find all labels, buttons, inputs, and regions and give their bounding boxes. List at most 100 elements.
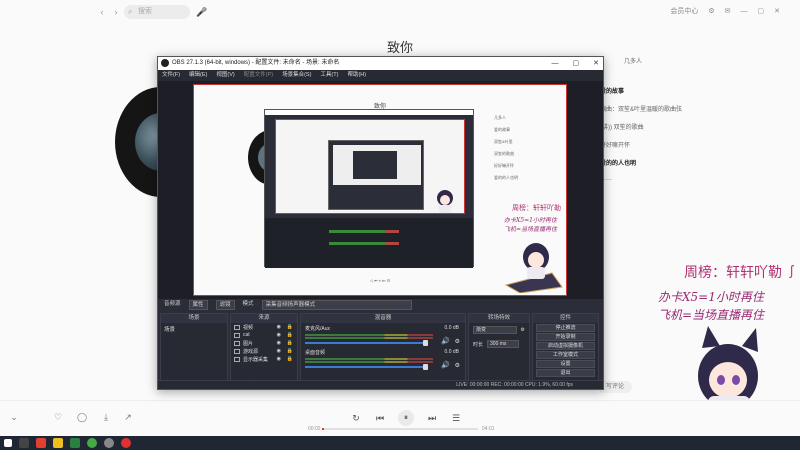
- lock-icon[interactable]: 🔒: [287, 356, 293, 362]
- transition-select[interactable]: 渐变: [473, 326, 517, 334]
- mixer-track: 麦克风/Aux 0.0 dB 🔊 ⚙: [301, 323, 465, 347]
- studio-mode-button[interactable]: 工作室模式: [536, 351, 595, 359]
- eye-icon[interactable]: ◉: [277, 324, 281, 330]
- heart-icon[interactable]: ♡: [52, 411, 64, 423]
- progress-fill: [322, 428, 324, 430]
- lock-icon[interactable]: 🔒: [287, 340, 293, 346]
- volume-meter: [305, 337, 433, 339]
- eye-icon[interactable]: ◉: [277, 340, 281, 346]
- start-recording-button[interactable]: 开始录制: [536, 333, 595, 341]
- search-input[interactable]: ⌕ 搜索: [124, 5, 190, 19]
- settings-button[interactable]: 设置: [536, 360, 595, 368]
- scene-item[interactable]: 场景: [161, 323, 227, 335]
- gear-icon[interactable]: ⚙: [455, 362, 460, 369]
- eye-icon[interactable]: ◉: [277, 332, 281, 338]
- speaker-icon[interactable]: 🔊: [441, 361, 450, 369]
- maximize-icon[interactable]: ▢: [758, 7, 765, 15]
- source-label: 显示器采集: [243, 356, 269, 363]
- volume-slider[interactable]: [305, 366, 425, 368]
- duration-label: 时长: [473, 341, 484, 348]
- sources-header: 来源: [231, 314, 297, 323]
- menu-help[interactable]: 帮助(H): [347, 70, 366, 81]
- source-item[interactable]: 视频 ◉ 🔒: [231, 323, 297, 331]
- preview-lyric: 双笙的歌曲: [494, 151, 514, 156]
- nested-obs-window-2: [328, 140, 424, 210]
- lyric-line: 爱的的人也明: [600, 161, 637, 167]
- menu-file[interactable]: 文件(F): [162, 70, 180, 81]
- gear-icon[interactable]: ⚙: [455, 338, 460, 345]
- player-bar: ⌄ ♡ ◯ ⤓ ↗ ↻ ⏮ ⏸ ⏭ ☰ 00:02 04:01: [0, 400, 800, 436]
- transitions-dock: 转场特效 渐变 ⚙ 时长 300 ms: [468, 313, 530, 389]
- menu-scene-collection[interactable]: 场景集合(S): [282, 70, 311, 81]
- eye-icon[interactable]: ◉: [277, 348, 281, 354]
- virtual-camera-button[interactable]: 启动虚拟摄像机: [536, 342, 595, 350]
- microphone-icon[interactable]: 🎤: [196, 6, 208, 18]
- app-icon-red[interactable]: [36, 438, 46, 448]
- menu-profile[interactable]: 配置文件(P): [244, 70, 273, 81]
- source-item[interactable]: 显示器采集 ◉ 🔒: [231, 355, 297, 363]
- windows-start-icon[interactable]: [4, 439, 12, 447]
- taskview-icon[interactable]: [19, 438, 29, 448]
- source-toolbar: 音频源 属性 滤镜 模式 采集音频扬声器模式: [158, 299, 603, 310]
- preview-lyric: 爱的故事: [494, 127, 510, 132]
- preview-lyric: 几多人: [494, 115, 506, 120]
- next-icon[interactable]: ⏭: [426, 413, 438, 424]
- music-taskbar-icon[interactable]: [121, 438, 131, 448]
- pause-button[interactable]: ⏸: [398, 410, 414, 426]
- minimize-icon[interactable]: —: [741, 8, 748, 15]
- back-icon[interactable]: ‹: [96, 6, 108, 18]
- current-time: 00:02: [308, 426, 321, 432]
- obs-preview[interactable]: 致你 几多人 爱的故事 双笙&叶里 双笙的歌曲 好好嘛开怀 爱的的人也明 周榜：…: [158, 81, 603, 299]
- selected-source-label: 音频源: [164, 301, 181, 307]
- gear-icon[interactable]: ⚙: [521, 327, 525, 333]
- controls-dock: 控件 停止推流 开始录制 启动虚拟摄像机 工作室模式 设置 退出: [532, 313, 599, 389]
- stop-streaming-button[interactable]: 停止推流: [536, 324, 595, 332]
- lock-icon[interactable]: 🔒: [287, 324, 293, 330]
- slider-knob[interactable]: [423, 364, 428, 370]
- chevron-down-icon[interactable]: ⌄: [8, 411, 20, 423]
- exit-button[interactable]: 退出: [536, 369, 595, 377]
- lyrics-header: 几多人: [624, 59, 643, 65]
- search-icon: ⌕: [128, 7, 133, 16]
- minimize-icon[interactable]: —: [552, 57, 559, 70]
- close-icon[interactable]: ✕: [774, 7, 780, 15]
- overlay-line-1: 周榜：轩轩吖勒: [684, 265, 782, 281]
- duration-input[interactable]: 300 ms: [487, 340, 520, 348]
- source-item[interactable]: cat ◉ 🔒: [231, 331, 297, 339]
- slider-knob[interactable]: [423, 340, 428, 346]
- eye-icon[interactable]: ◉: [277, 356, 281, 362]
- vip-center-link[interactable]: 会员中心: [670, 6, 698, 16]
- menu-view[interactable]: 视图(V): [216, 70, 234, 81]
- share-icon[interactable]: ↗: [122, 411, 134, 423]
- track-name: 麦克风/Aux: [305, 326, 331, 332]
- app-icon-green[interactable]: [70, 438, 80, 448]
- preview-overlay-3: 飞机=当场直播再住: [504, 226, 558, 233]
- gear-icon[interactable]: ⚙: [708, 7, 714, 15]
- menu-tools[interactable]: 工具(T): [320, 70, 338, 81]
- chat-icon[interactable]: [87, 438, 97, 448]
- speaker-icon[interactable]: 🔊: [441, 337, 450, 345]
- filters-button[interactable]: 滤镜: [215, 299, 235, 310]
- close-icon[interactable]: ✕: [593, 57, 599, 70]
- previous-icon[interactable]: ⏮: [374, 413, 386, 424]
- maximize-icon[interactable]: ▢: [573, 57, 580, 70]
- loop-icon[interactable]: ↻: [350, 413, 362, 424]
- lock-icon[interactable]: 🔒: [287, 348, 293, 354]
- progress-bar[interactable]: [322, 428, 478, 430]
- mode-select[interactable]: 采集音频扬声器模式: [261, 299, 412, 310]
- menu-edit[interactable]: 编辑(E): [189, 70, 207, 81]
- comment-icon[interactable]: ◯: [76, 411, 88, 423]
- lock-icon[interactable]: 🔒: [287, 332, 293, 338]
- source-label: 游戏源: [243, 348, 259, 355]
- forward-icon[interactable]: ›: [110, 6, 122, 18]
- download-icon[interactable]: ⤓: [100, 411, 112, 423]
- obs-taskbar-icon[interactable]: [104, 438, 114, 448]
- playlist-icon[interactable]: ☰: [450, 413, 462, 424]
- properties-button[interactable]: 属性: [188, 299, 208, 310]
- mail-icon[interactable]: ✉: [725, 7, 731, 15]
- lyric-line: (讲)) 双笙的歌曲: [600, 125, 644, 131]
- folder-icon[interactable]: [53, 438, 63, 448]
- source-item[interactable]: 图片 ◉ 🔒: [231, 339, 297, 347]
- source-item[interactable]: 游戏源 ◉ 🔒: [231, 347, 297, 355]
- volume-slider[interactable]: [305, 342, 425, 344]
